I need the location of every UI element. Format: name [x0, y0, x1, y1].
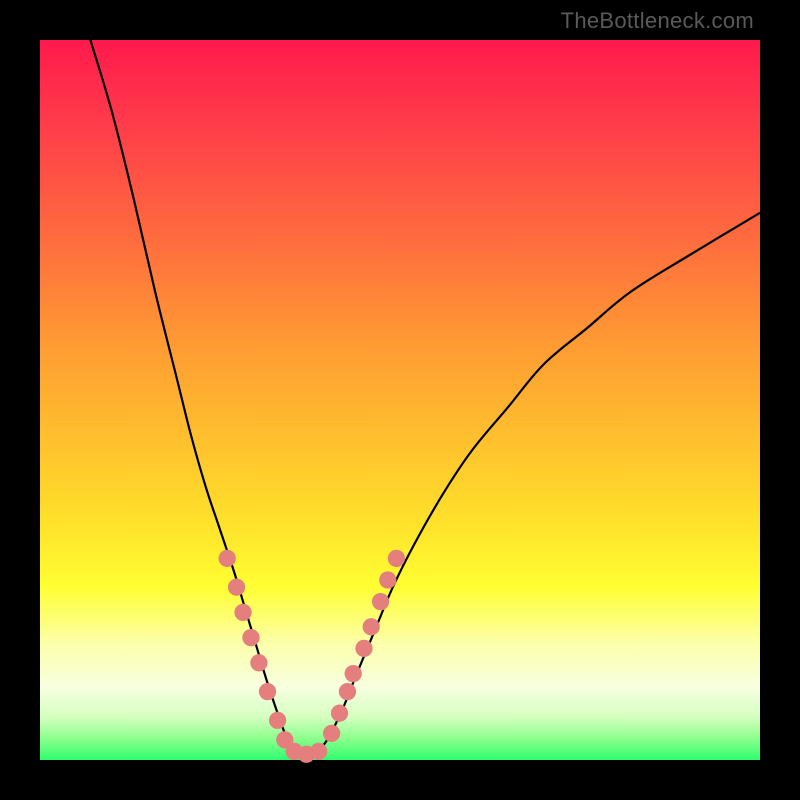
data-marker [339, 683, 356, 700]
data-marker [242, 629, 259, 646]
plot-area [40, 40, 760, 760]
right-curve [317, 213, 760, 753]
chart-svg [40, 40, 760, 760]
chart-frame: TheBottleneck.com [0, 0, 800, 800]
data-marker [388, 550, 405, 567]
data-marker [345, 665, 362, 682]
data-marker [228, 579, 245, 596]
left-curve [90, 40, 295, 753]
data-marker [355, 640, 372, 657]
watermark-text: TheBottleneck.com [561, 8, 754, 34]
data-marker [310, 743, 327, 760]
data-marker [379, 571, 396, 588]
data-marker [250, 654, 267, 671]
data-marker [363, 618, 380, 635]
data-marker [331, 705, 348, 722]
data-marker [259, 683, 276, 700]
data-markers [219, 550, 405, 763]
data-marker [372, 593, 389, 610]
data-marker [219, 550, 236, 567]
data-marker [269, 712, 286, 729]
data-marker [234, 604, 251, 621]
data-marker [323, 725, 340, 742]
